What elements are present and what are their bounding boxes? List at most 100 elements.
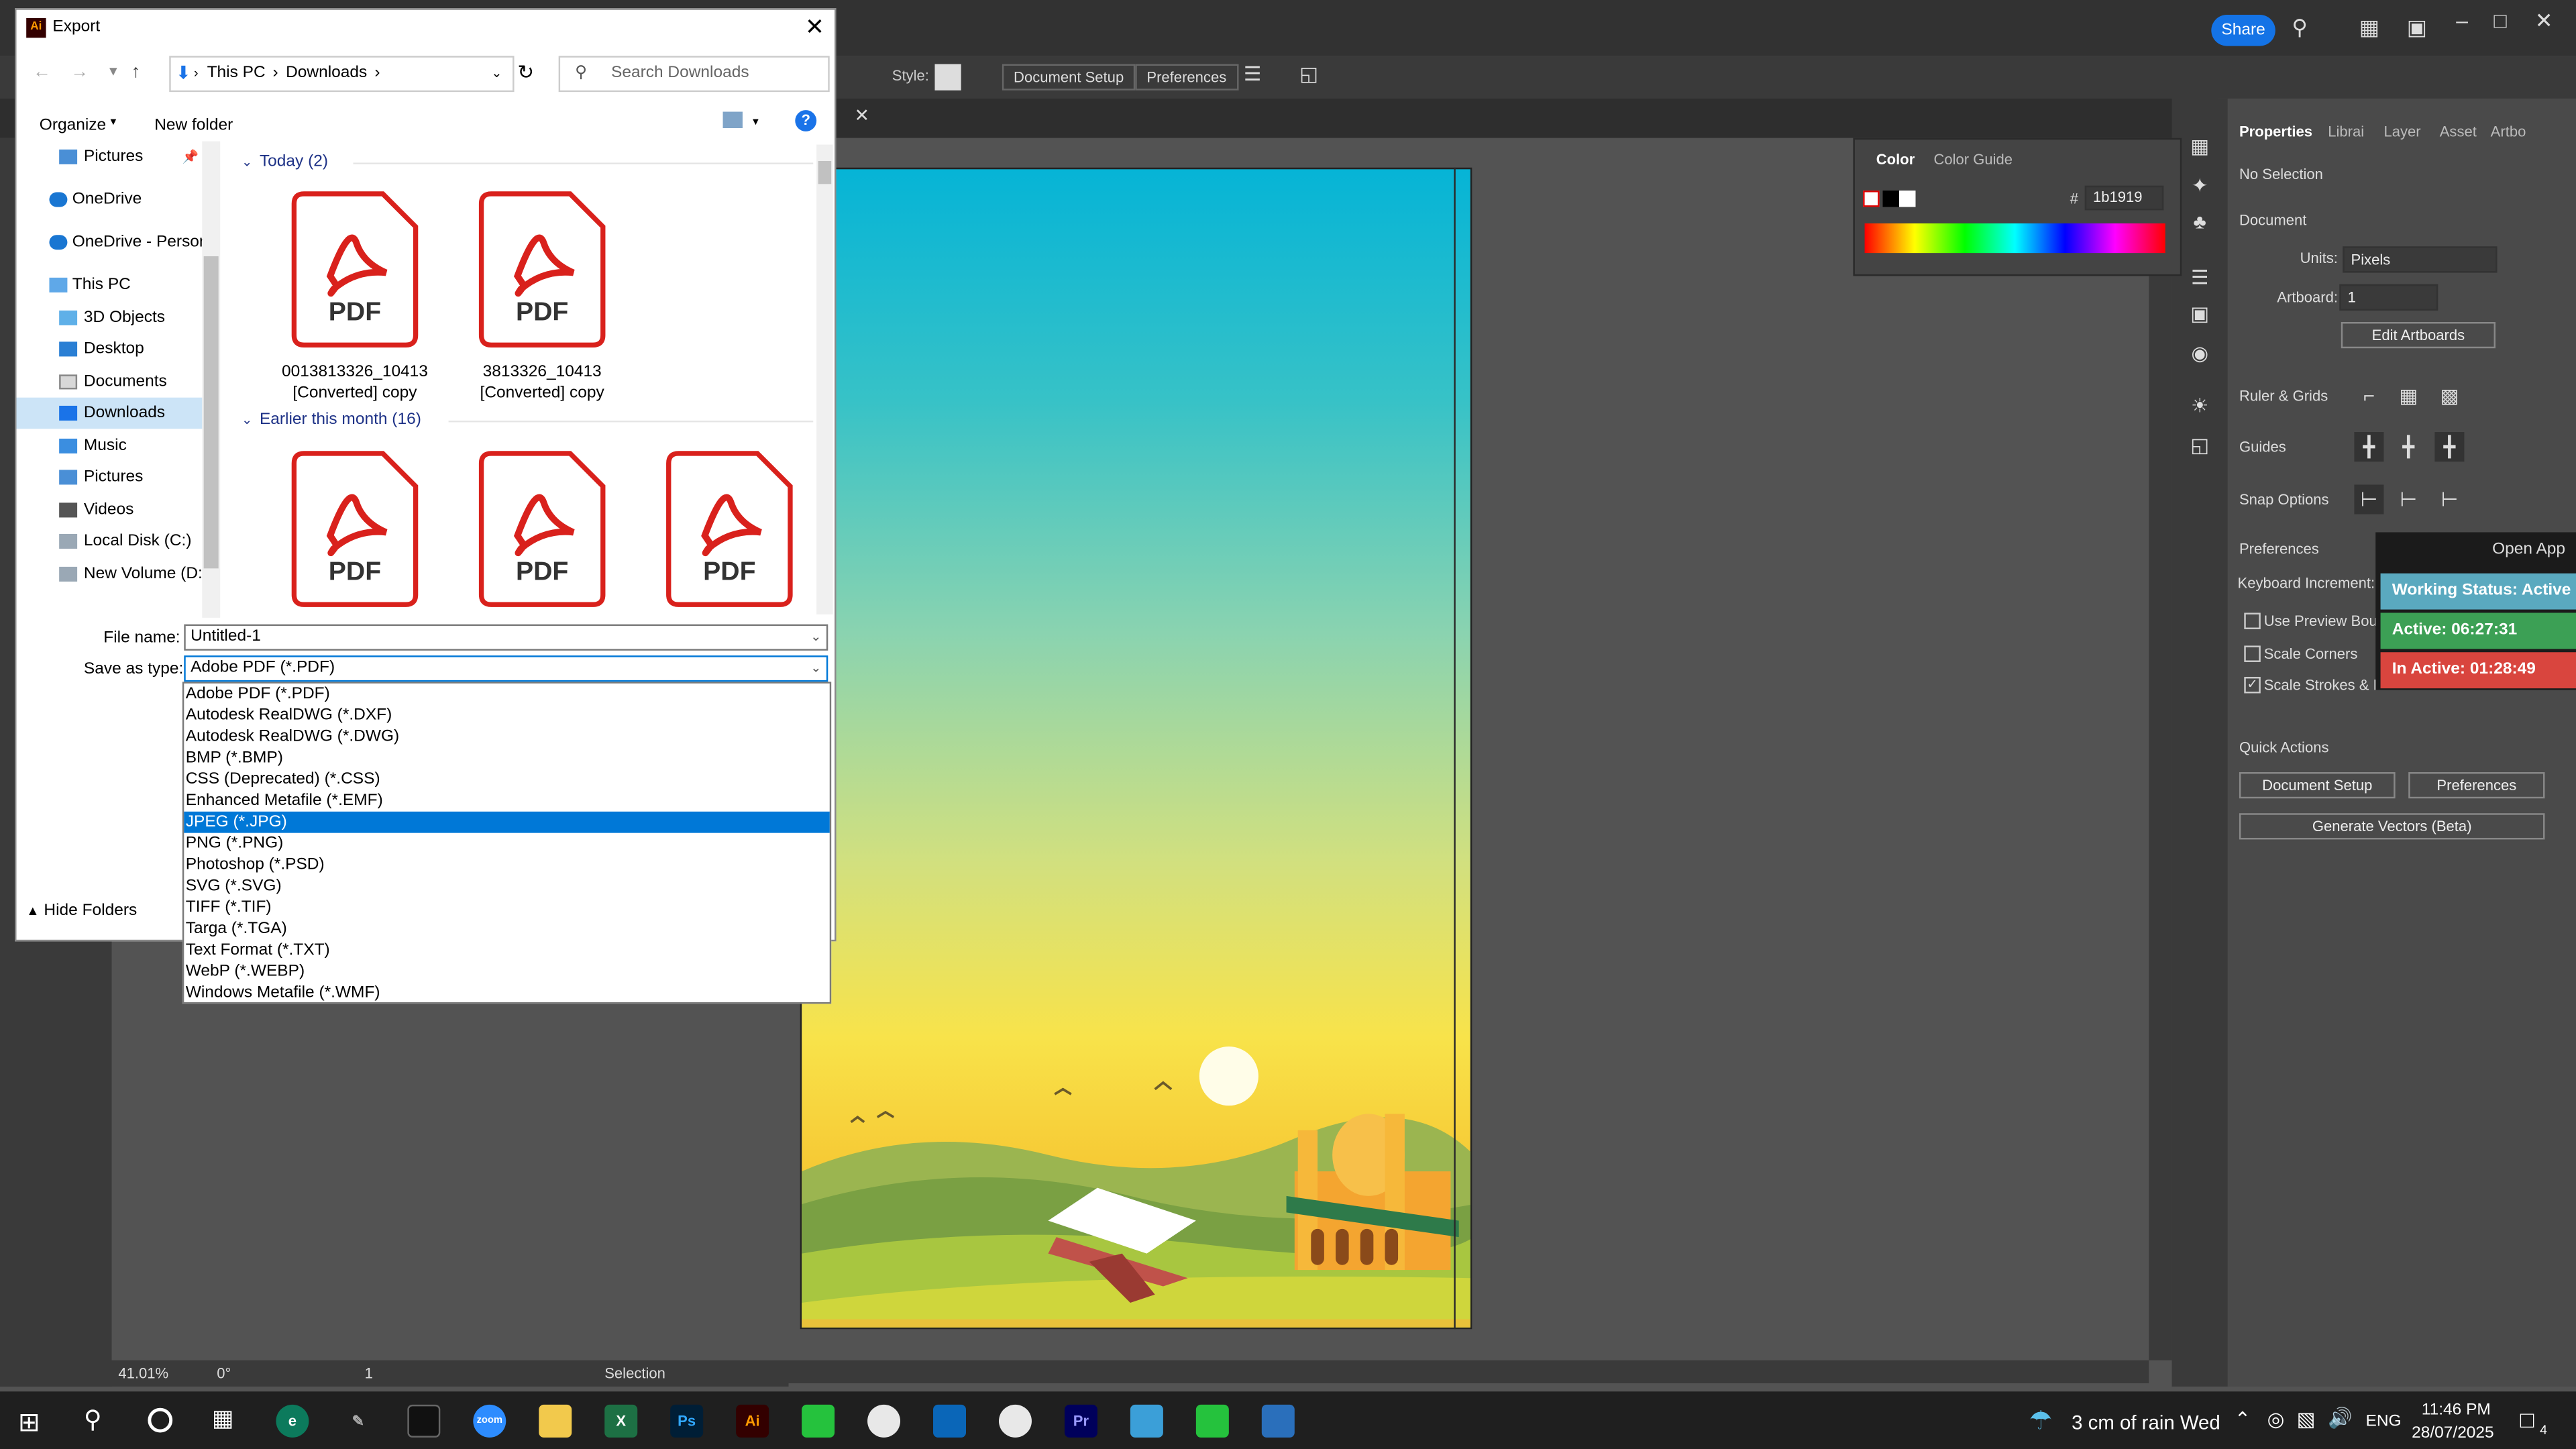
snap-grid-icon[interactable]: ⊢ — [2394, 484, 2423, 514]
minimize-icon[interactable]: – — [2456, 8, 2468, 33]
option-emf[interactable]: Enhanced Metafile (*.EMF) — [184, 790, 829, 812]
excel-icon[interactable]: X — [604, 1404, 638, 1438]
nav-item-local-disk[interactable]: Local Disk (C:) — [16, 526, 213, 557]
show-guides-icon[interactable]: ╋ — [2354, 432, 2384, 462]
tab-artboards[interactable]: Artbo — [2491, 123, 2526, 140]
nav-item-videos[interactable]: Videos — [16, 494, 213, 526]
nav-item-new-volume[interactable]: New Volume (D:) — [16, 559, 213, 590]
brushes-icon[interactable]: ✦ — [2185, 171, 2214, 201]
chevron-down-icon[interactable]: ⌄ — [810, 626, 821, 649]
tab-libraries[interactable]: Librai — [2328, 123, 2364, 140]
nav-item-this-pc[interactable]: This PC — [16, 270, 213, 301]
new-folder-button[interactable]: New folder — [154, 117, 233, 135]
lock-guides-icon[interactable]: ╋ — [2394, 432, 2423, 462]
style-swatch[interactable] — [934, 64, 961, 91]
file-explorer-icon[interactable] — [539, 1404, 572, 1438]
volume-icon[interactable]: 🔊 — [2328, 1406, 2353, 1429]
nav-item-desktop[interactable]: Desktop — [16, 333, 213, 365]
collapse-chevron-icon[interactable]: ⌄ — [241, 154, 252, 169]
color-spectrum[interactable] — [1864, 223, 2165, 254]
option-svg[interactable]: SVG (*.SVG) — [184, 875, 829, 897]
clock-date[interactable]: 28/07/2025 — [2412, 1424, 2494, 1442]
address-dropdown-icon[interactable]: ⌄ — [491, 58, 502, 91]
group-today[interactable]: Today (2) — [260, 153, 328, 171]
search-icon[interactable]: ⚲ — [2292, 15, 2307, 41]
option-psd[interactable]: Photoshop (*.PSD) — [184, 854, 829, 875]
artboard-select[interactable]: 1 — [2339, 284, 2438, 311]
artboard-number[interactable]: 1 — [365, 1365, 373, 1381]
appearance-icon[interactable]: ☀ — [2185, 391, 2214, 421]
preferences-button[interactable]: Preferences — [1135, 64, 1238, 91]
grid-icon[interactable]: ▦ — [2394, 381, 2423, 411]
smart-guides-icon[interactable]: ╋ — [2434, 432, 2465, 462]
task-view-icon[interactable]: ▦ — [212, 1405, 233, 1433]
option-wmf[interactable]: Windows Metafile (*.WMF) — [184, 982, 829, 1004]
recent-dropdown-icon[interactable]: ▼ — [107, 64, 119, 79]
nav-item-onedrive[interactable]: OneDrive — [16, 184, 213, 215]
symbols-icon[interactable]: ♣ — [2185, 207, 2214, 237]
libraries-icon[interactable]: ▦ — [2185, 131, 2214, 161]
close-app-icon[interactable]: ✕ — [2535, 8, 2553, 34]
document-setup-button[interactable]: Document Setup — [1002, 64, 1136, 91]
align-icon[interactable]: ☰ — [1244, 62, 1261, 85]
tab-color[interactable]: Color — [1876, 151, 1915, 167]
rotation-value[interactable]: 0° — [217, 1365, 231, 1381]
file-item-pdf[interactable]: PDF — [478, 191, 606, 348]
scale-strokes-checkbox[interactable]: ✓ — [2244, 676, 2261, 694]
option-tif[interactable]: TIFF (*.TIF) — [184, 897, 829, 918]
snap-point-icon[interactable]: ⊢ — [2354, 484, 2384, 515]
black-swatch[interactable] — [1882, 191, 1900, 207]
tab-layers[interactable]: Layer — [2383, 123, 2420, 140]
file-item-pdf[interactable]: PDF — [290, 191, 419, 348]
forward-arrow-icon[interactable]: → — [70, 62, 89, 82]
rain-icon[interactable]: ☂ — [2029, 1405, 2052, 1438]
app-diamond-icon[interactable] — [1130, 1404, 1163, 1438]
breadcrumb[interactable]: ⬇ › This PC › Downloads › ⌄ — [169, 56, 515, 93]
collapse-chevron-icon[interactable]: ⌄ — [241, 413, 252, 427]
workspace-icon[interactable]: ▦ — [2359, 15, 2379, 41]
chevron-down-icon[interactable]: ⌄ — [810, 657, 821, 680]
pen-icon[interactable]: ✎ — [341, 1405, 374, 1438]
view-options-icon[interactable] — [722, 111, 743, 129]
arrange-icon[interactable]: ▣ — [2407, 15, 2427, 41]
file-item-pdf[interactable]: PDF — [665, 450, 794, 608]
transparency-grid-icon[interactable]: ▩ — [2434, 381, 2464, 411]
terminal-icon[interactable] — [407, 1404, 441, 1438]
white-swatch[interactable] — [1899, 191, 1916, 207]
option-webp[interactable]: WebP (*.WEBP) — [184, 961, 829, 983]
nav-scrollbar[interactable] — [202, 141, 221, 618]
zoom-level[interactable]: 41.01% — [118, 1365, 168, 1381]
artboard[interactable] — [800, 167, 1472, 1330]
hide-folders-button[interactable]: ▲ Hide Folders — [26, 902, 137, 920]
organize-button[interactable]: Organize — [40, 117, 106, 135]
edge-icon[interactable]: e — [276, 1404, 309, 1438]
tab-assets[interactable]: Asset — [2440, 123, 2477, 140]
camera-icon[interactable]: ◎ — [2267, 1408, 2285, 1431]
open-app-link[interactable]: Open App — [2492, 541, 2565, 559]
zoom-icon[interactable]: zoom — [473, 1404, 506, 1438]
search-icon[interactable]: ⚲ — [84, 1405, 102, 1434]
save-type-select[interactable]: Adobe PDF (*.PDF) ⌄ — [184, 655, 828, 682]
scale-corners-checkbox[interactable] — [2244, 645, 2261, 662]
edit-artboards-button[interactable]: Edit Artboards — [2341, 322, 2496, 349]
app-green2-icon[interactable] — [1195, 1404, 1229, 1438]
snap-pixel-icon[interactable]: ⊢ — [2434, 484, 2464, 514]
hex-input[interactable]: 1b1919 — [2084, 185, 2164, 211]
vertical-scrollbar[interactable] — [2149, 138, 2172, 1360]
units-select[interactable]: Pixels — [2343, 246, 2498, 273]
option-tga[interactable]: Targa (*.TGA) — [184, 918, 829, 940]
tab-color-guide[interactable]: Color Guide — [1933, 151, 2012, 167]
none-swatch[interactable] — [1863, 191, 1880, 207]
option-dwg[interactable]: Autodesk RealDWG (*.DWG) — [184, 726, 829, 747]
option-jpg[interactable]: JPEG (*.JPG) — [184, 811, 830, 833]
horizontal-scrollbar[interactable] — [788, 1360, 2149, 1384]
option-css[interactable]: CSS (Deprecated) (*.CSS) — [184, 769, 829, 790]
up-arrow-icon[interactable]: ↑ — [131, 62, 140, 82]
qa-document-setup-button[interactable]: Document Setup — [2239, 772, 2396, 799]
breadcrumb-this-pc[interactable]: This PC — [207, 58, 266, 91]
chrome-profile-icon[interactable] — [998, 1404, 1032, 1438]
search-input[interactable]: ⚲ Search Downloads — [558, 56, 830, 93]
back-arrow-icon[interactable]: ← — [33, 62, 51, 82]
file-scroll-thumb[interactable] — [818, 161, 832, 184]
export-icon[interactable]: ◱ — [2185, 431, 2214, 460]
